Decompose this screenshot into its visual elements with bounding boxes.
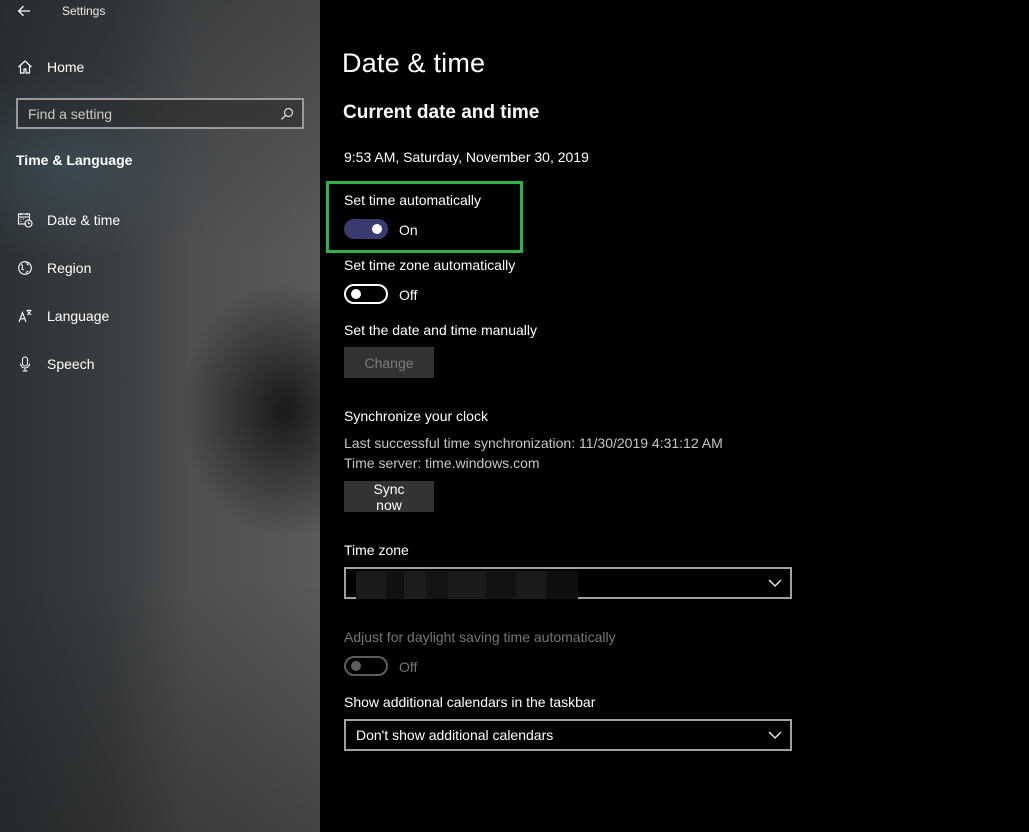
set-zone-auto-state: Off — [399, 287, 418, 303]
nav-home-label: Home — [47, 59, 85, 75]
sidebar-item-label: Region — [47, 260, 92, 276]
sidebar-item-language[interactable]: Language — [0, 292, 320, 340]
search-box[interactable] — [16, 98, 304, 129]
current-datetime-value: 9:53 AM, Saturday, November 30, 2019 — [344, 149, 589, 165]
home-icon — [16, 58, 34, 76]
current-date-time-heading: Current date and time — [343, 102, 540, 123]
manual-time-label: Set the date and time manually — [344, 322, 538, 338]
sidebar-item-date-time[interactable]: Date & time — [0, 196, 320, 244]
change-button[interactable]: Change — [344, 347, 434, 378]
section-label: Time & Language — [16, 152, 133, 168]
calendars-value: Don't show additional calendars — [356, 727, 554, 743]
sidebar: Settings Home Time & Language — [0, 0, 320, 832]
globe-icon — [16, 259, 34, 277]
sidebar-item-speech[interactable]: Speech — [0, 340, 320, 388]
dst-state: Off — [399, 659, 418, 675]
search-input[interactable] — [18, 100, 278, 127]
set-zone-auto-label: Set time zone automatically — [344, 257, 516, 273]
calendar-clock-icon — [16, 211, 34, 229]
chevron-down-icon — [760, 731, 790, 739]
time-zone-label: Time zone — [344, 542, 409, 558]
search-icon[interactable] — [278, 105, 296, 123]
nav-list: Date & time Region Language Speech — [0, 196, 320, 388]
sync-heading: Synchronize your clock — [344, 408, 488, 424]
set-time-auto-state: On — [399, 222, 418, 238]
language-icon — [16, 307, 34, 325]
toggle-knob — [351, 289, 361, 299]
calendars-label: Show additional calendars in the taskbar — [344, 694, 596, 710]
redacted-value — [356, 571, 578, 599]
sync-now-button[interactable]: Sync now — [344, 481, 434, 513]
toggle-knob — [372, 224, 382, 234]
set-time-auto-toggle[interactable] — [344, 219, 388, 239]
dst-label: Adjust for daylight saving time automati… — [344, 629, 616, 645]
sidebar-item-label: Date & time — [47, 212, 121, 228]
calendars-dropdown[interactable]: Don't show additional calendars — [344, 719, 792, 751]
back-arrow-icon — [17, 5, 30, 17]
dst-toggle[interactable] — [344, 656, 388, 676]
sidebar-item-label: Language — [47, 308, 110, 324]
back-button[interactable] — [10, 0, 38, 22]
sidebar-item-label: Speech — [47, 356, 95, 372]
app-title: Settings — [62, 4, 106, 18]
microphone-icon — [16, 355, 34, 373]
sidebar-item-region[interactable]: Region — [0, 244, 320, 292]
nav-home[interactable]: Home — [16, 56, 84, 78]
main-content: Date & time Current date and time 9:53 A… — [320, 0, 1029, 832]
set-zone-auto-toggle[interactable] — [344, 284, 388, 304]
chevron-down-icon — [760, 579, 790, 587]
toggle-knob — [351, 661, 361, 671]
time-server-text: Time server: time.windows.com — [344, 455, 540, 471]
title-bar: Settings — [0, 0, 320, 24]
time-zone-dropdown[interactable] — [344, 567, 792, 599]
set-time-auto-label: Set time automatically — [344, 192, 481, 208]
page-title: Date & time — [342, 48, 486, 78]
last-sync-text: Last successful time synchronization: 11… — [344, 435, 723, 451]
